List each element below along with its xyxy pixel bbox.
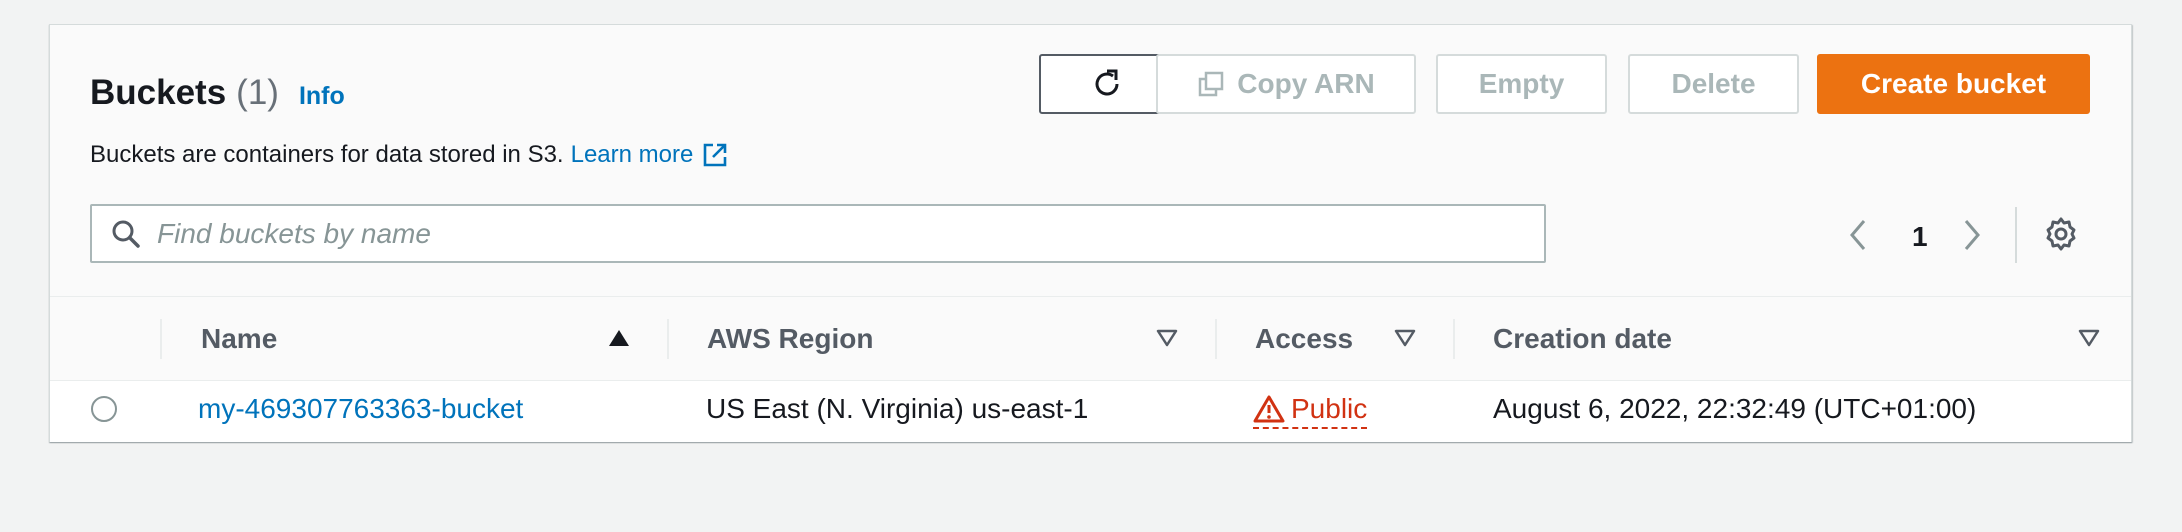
bucket-count: (1) [236, 73, 279, 112]
panel-header: Buckets (1) Info [90, 73, 345, 113]
current-page-number[interactable]: 1 [1912, 221, 1928, 253]
column-divider [667, 319, 669, 359]
sort-unsorted-icon[interactable] [2078, 328, 2100, 348]
column-header-access[interactable]: Access [1255, 297, 1353, 381]
gear-icon [2046, 217, 2076, 251]
column-divider [160, 319, 162, 359]
external-link-icon [704, 143, 727, 167]
sort-ascending-icon[interactable] [608, 328, 630, 348]
column-header-region[interactable]: AWS Region [707, 297, 873, 381]
buckets-panel: Buckets (1) Info Buckets are containers … [49, 24, 2132, 442]
chevron-right-icon [1964, 220, 1980, 250]
empty-button[interactable]: Empty [1436, 54, 1607, 114]
sort-unsorted-icon[interactable] [1156, 328, 1178, 348]
column-header-creation-date[interactable]: Creation date [1493, 297, 1672, 381]
refresh-button[interactable] [1039, 54, 1175, 114]
column-divider [1215, 319, 1217, 359]
bucket-region: US East (N. Virginia) us-east-1 [706, 393, 1089, 424]
table-settings-button[interactable] [2043, 216, 2079, 252]
delete-button[interactable]: Delete [1628, 54, 1799, 114]
copy-arn-label: Copy ARN [1237, 68, 1375, 99]
warning-icon [1253, 395, 1285, 423]
search-icon [111, 219, 141, 249]
next-page-button[interactable] [1961, 218, 1983, 252]
description-text: Buckets are containers for data stored i… [90, 141, 564, 168]
panel-description: Buckets are containers for data stored i… [90, 141, 728, 169]
empty-label: Empty [1478, 68, 1565, 99]
pagination-divider [2015, 207, 2017, 263]
previous-page-button[interactable] [1847, 218, 1869, 252]
sort-unsorted-icon[interactable] [1394, 328, 1416, 348]
access-label: Public [1291, 393, 1368, 424]
access-status[interactable]: Public [1253, 393, 1368, 429]
refresh-icon [1095, 69, 1119, 96]
info-link[interactable]: Info [299, 82, 345, 111]
table-row[interactable]: my-469307763363-bucket US East (N. Virgi… [50, 380, 2131, 442]
column-divider [1453, 319, 1455, 359]
learn-more-link[interactable]: Learn more [571, 141, 729, 169]
row-select-radio[interactable] [91, 396, 117, 422]
bucket-name-link[interactable]: my-469307763363-bucket [198, 393, 523, 425]
page-title: Buckets [90, 73, 227, 112]
create-bucket-label: Create bucket [1860, 68, 2047, 99]
search-box [90, 204, 1546, 263]
search-input[interactable] [155, 216, 1459, 251]
delete-label: Delete [1671, 68, 1756, 99]
create-bucket-button[interactable]: Create bucket [1817, 54, 2090, 114]
table-header: Name AWS Region Access Creation date [50, 296, 2131, 380]
copy-arn-button[interactable]: Copy ARN [1156, 54, 1416, 114]
copy-icon [1197, 70, 1225, 98]
creation-date: August 6, 2022, 22:32:49 (UTC+01:00) [1493, 393, 1977, 424]
learn-more-label: Learn more [570, 141, 694, 168]
chevron-left-icon [1850, 220, 1866, 250]
column-header-name[interactable]: Name [201, 297, 277, 381]
